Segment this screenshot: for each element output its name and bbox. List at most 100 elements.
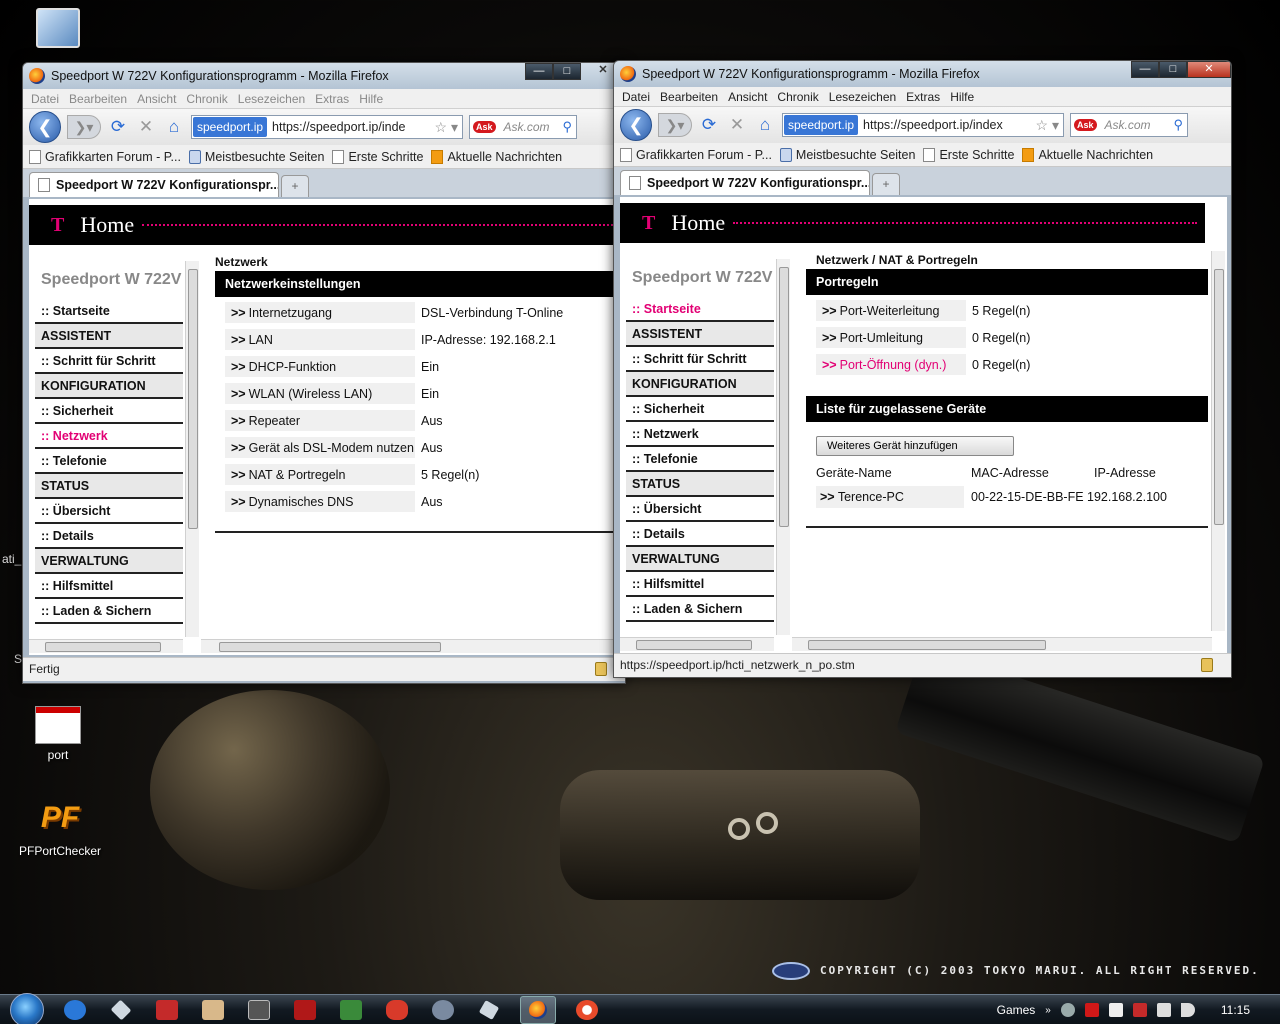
menu-ansicht[interactable]: Ansicht xyxy=(137,92,176,106)
bookmark-item[interactable]: Meistbesuchte Seiten xyxy=(188,149,324,164)
airplane-icon[interactable] xyxy=(478,999,500,1020)
menu-bearbeiten[interactable]: Bearbeiten xyxy=(660,90,718,104)
menu-chronik[interactable]: Chronik xyxy=(777,90,818,104)
console-icon[interactable] xyxy=(248,999,270,1020)
url-bar[interactable]: speedport.ip https://speedport.ip/index … xyxy=(782,113,1064,137)
scroll-thumb[interactable] xyxy=(779,267,789,527)
opera-icon[interactable] xyxy=(576,999,598,1020)
volume-icon[interactable] xyxy=(1180,1003,1195,1017)
pc-app-icon[interactable] xyxy=(294,999,316,1020)
taskbar-firefox-button[interactable] xyxy=(520,995,556,1024)
sidebar-item-hilfsmittel[interactable]: :: Hilfsmittel xyxy=(626,572,774,597)
site-identity-button[interactable]: speedport.ip xyxy=(784,115,859,135)
scroll-thumb[interactable] xyxy=(808,640,1046,650)
desktop-icon-computer[interactable] xyxy=(30,8,86,48)
scroll-thumb[interactable] xyxy=(45,642,161,652)
home-icon[interactable]: ⌂ xyxy=(754,114,776,136)
sidebar-item-laden-sichern[interactable]: :: Laden & Sichern xyxy=(35,599,183,624)
sidebar-item-laden-sichern[interactable]: :: Laden & Sichern xyxy=(626,597,774,622)
sidebar-horizontal-scrollbar[interactable] xyxy=(29,639,183,653)
internet-explorer-icon[interactable] xyxy=(64,999,86,1020)
site-identity-button[interactable]: speedport.ip xyxy=(193,117,268,137)
explorer-icon[interactable] xyxy=(202,999,224,1020)
search-icon[interactable]: ⚲ xyxy=(562,119,576,135)
setting-row[interactable]: >> DHCP-Funktion Ein xyxy=(225,353,617,380)
forward-arrow-icon[interactable]: ❯▾ xyxy=(67,115,101,139)
sidebar-scrollbar[interactable] xyxy=(776,259,790,635)
scroll-thumb[interactable] xyxy=(636,640,752,650)
portrule-row[interactable]: >> Port-Öffnung (dyn.) 0 Regel(n) xyxy=(816,351,1208,378)
lock-icon[interactable] xyxy=(595,662,607,676)
menu-lesezeichen[interactable]: Lesezeichen xyxy=(829,90,896,104)
sidebar-item-details[interactable]: :: Details xyxy=(626,522,774,547)
bookmark-item[interactable]: Aktuelle Nachrichten xyxy=(1022,147,1153,162)
header-home[interactable]: Home xyxy=(671,210,725,236)
bookmark-item[interactable]: Grafikkarten Forum - P... xyxy=(29,149,181,164)
scroll-thumb[interactable] xyxy=(1214,269,1224,525)
sidebar-item-uebersicht[interactable]: :: Übersicht xyxy=(35,499,183,524)
setting-row[interactable]: >> LAN IP-Adresse: 192.168.2.1 xyxy=(225,326,617,353)
stop-icon[interactable]: ✕ xyxy=(726,114,748,136)
menu-chronik[interactable]: Chronik xyxy=(186,92,227,106)
bookmark-item[interactable]: Meistbesuchte Seiten xyxy=(779,147,915,162)
setting-row[interactable]: >> WLAN (Wireless LAN) Ein xyxy=(225,380,617,407)
menu-lesezeichen[interactable]: Lesezeichen xyxy=(238,92,305,106)
chart-app-icon[interactable] xyxy=(340,999,362,1020)
menu-datei[interactable]: Datei xyxy=(622,90,650,104)
sidebar-item-hilfsmittel[interactable]: :: Hilfsmittel xyxy=(35,574,183,599)
sidebar-item-netzwerk[interactable]: :: Netzwerk xyxy=(35,424,183,449)
sidebar-item-details[interactable]: :: Details xyxy=(35,524,183,549)
portrule-row[interactable]: >> Port-Umleitung 0 Regel(n) xyxy=(816,324,1208,351)
start-button[interactable] xyxy=(10,992,44,1024)
minimize-button[interactable]: — xyxy=(1131,61,1159,78)
lock-icon[interactable] xyxy=(1201,658,1213,672)
menu-datei[interactable]: Datei xyxy=(31,92,59,106)
desktop-icon-pfportchecker[interactable]: PF PFPortChecker xyxy=(14,796,106,858)
back-arrow-icon[interactable]: ❮ xyxy=(29,111,61,143)
add-device-button[interactable]: Weiteres Gerät hinzufügen xyxy=(816,436,1014,456)
back-arrow-icon[interactable]: ❮ xyxy=(620,109,652,141)
main-scrollbar[interactable] xyxy=(1211,251,1225,631)
sidebar-item-uebersicht[interactable]: :: Übersicht xyxy=(626,497,774,522)
url-bar[interactable]: speedport.ip https://speedport.ip/inde ☆… xyxy=(191,115,463,139)
chevron-right-icon[interactable]: » xyxy=(1045,1005,1051,1016)
main-horizontal-scrollbar[interactable] xyxy=(792,637,1212,651)
sidebar-item-startseite[interactable]: :: Startseite xyxy=(626,297,774,322)
scroll-thumb[interactable] xyxy=(219,642,441,652)
ati-tray-icon[interactable] xyxy=(1084,1003,1099,1017)
steam-icon[interactable] xyxy=(432,999,454,1020)
menu-ansicht[interactable]: Ansicht xyxy=(728,90,767,104)
bookmark-item[interactable]: Erste Schritte xyxy=(923,147,1014,162)
portrule-row[interactable]: >> Port-Weiterleitung 5 Regel(n) xyxy=(816,297,1208,324)
tray-toolbar-label[interactable]: Games xyxy=(997,1003,1036,1017)
tab-speedport[interactable]: Speedport W 722V Konfigurationspr... xyxy=(29,172,279,197)
shield-app-icon[interactable] xyxy=(386,999,408,1020)
home-icon[interactable]: ⌂ xyxy=(163,116,185,138)
new-tab-button[interactable]: + xyxy=(281,175,309,197)
tab-speedport[interactable]: Speedport W 722V Konfigurationspr... xyxy=(620,170,870,195)
red-app-icon[interactable] xyxy=(156,999,178,1020)
close-button[interactable]: ✕ xyxy=(1187,61,1231,78)
sidebar-item-sicherheit[interactable]: :: Sicherheit xyxy=(626,397,774,422)
reload-icon[interactable]: ⟳ xyxy=(107,116,129,138)
setting-row[interactable]: >> Gerät als DSL-Modem nutzen Aus xyxy=(225,434,617,461)
flag-icon[interactable] xyxy=(1108,1003,1123,1017)
scroll-thumb[interactable] xyxy=(188,269,198,529)
maximize-button[interactable]: □ xyxy=(553,63,581,80)
sidebar-horizontal-scrollbar[interactable] xyxy=(620,637,774,651)
star-icon[interactable]: ☆ ▾ xyxy=(1032,117,1063,134)
steam-tray-icon[interactable] xyxy=(1060,1003,1075,1017)
bookmark-item[interactable]: Aktuelle Nachrichten xyxy=(431,149,562,164)
sidebar-item-sicherheit[interactable]: :: Sicherheit xyxy=(35,399,183,424)
search-icon[interactable]: ⚲ xyxy=(1173,117,1187,133)
bookmark-item[interactable]: Erste Schritte xyxy=(332,149,423,164)
sidebar-item-schritt[interactable]: :: Schritt für Schritt xyxy=(35,349,183,374)
antivirus-tray-icon[interactable] xyxy=(1132,1003,1147,1017)
sidebar-item-telefonie[interactable]: :: Telefonie xyxy=(626,447,774,472)
desktop-icon-port[interactable]: port xyxy=(20,706,96,762)
stop-icon[interactable]: ✕ xyxy=(135,116,157,138)
minimize-button[interactable]: — xyxy=(525,63,553,80)
sidebar-item-schritt[interactable]: :: Schritt für Schritt xyxy=(626,347,774,372)
star-icon[interactable]: ☆ ▾ xyxy=(431,119,462,136)
network-icon[interactable] xyxy=(1156,1003,1171,1017)
